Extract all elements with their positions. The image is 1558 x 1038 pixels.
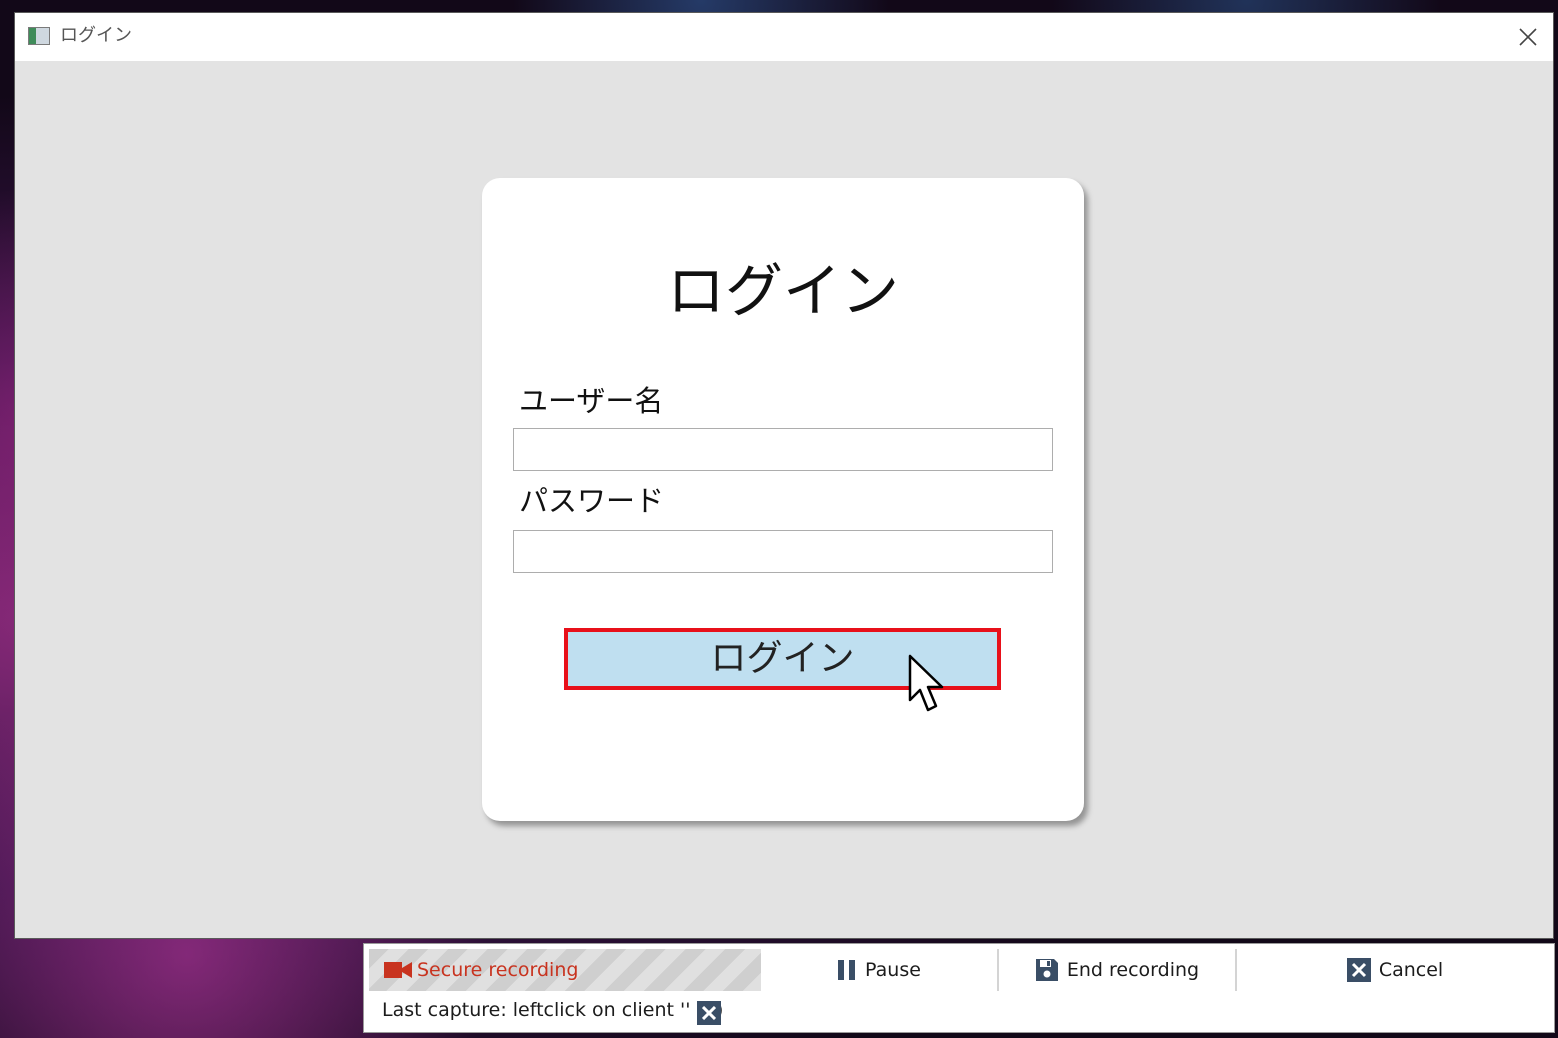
end-recording-label: End recording xyxy=(1066,959,1200,981)
username-label: ユーザー名 xyxy=(519,384,664,418)
username-input[interactable] xyxy=(513,428,1053,471)
window-title: ログイン xyxy=(60,25,132,46)
dismiss-x-icon xyxy=(702,1006,716,1020)
cancel-button[interactable]: Cancel xyxy=(1237,949,1553,991)
pause-label: Pause xyxy=(865,959,921,981)
title-bar: ログイン xyxy=(15,13,1553,61)
app-window-icon xyxy=(28,27,50,45)
pause-button[interactable]: Pause xyxy=(761,949,999,991)
login-heading: ログイン xyxy=(666,257,899,325)
dismiss-capture-button[interactable] xyxy=(697,1001,721,1025)
save-icon xyxy=(1035,959,1058,981)
end-recording-button[interactable]: End recording xyxy=(999,949,1237,991)
mouse-cursor-icon xyxy=(908,654,944,712)
password-label: パスワード xyxy=(519,484,665,518)
login-window: ログイン ログイン ユーザー名 パスワード ログイン xyxy=(15,13,1553,938)
window-close-button[interactable] xyxy=(1511,21,1545,53)
cancel-label: Cancel xyxy=(1378,959,1444,981)
recording-status-label: Secure recording xyxy=(417,959,579,981)
last-capture-text: Last capture: leftclick on client '' (1) xyxy=(382,999,724,1021)
close-icon xyxy=(1519,28,1537,46)
cancel-x-icon xyxy=(1346,958,1371,982)
recording-toolbar: Secure recording Pause End recording Can… xyxy=(364,944,1554,1032)
video-camera-icon xyxy=(384,962,412,978)
pause-icon xyxy=(838,960,856,980)
password-input[interactable] xyxy=(513,530,1053,573)
recording-status: Secure recording xyxy=(369,949,761,991)
login-card: ログイン ユーザー名 パスワード ログイン xyxy=(482,178,1084,821)
